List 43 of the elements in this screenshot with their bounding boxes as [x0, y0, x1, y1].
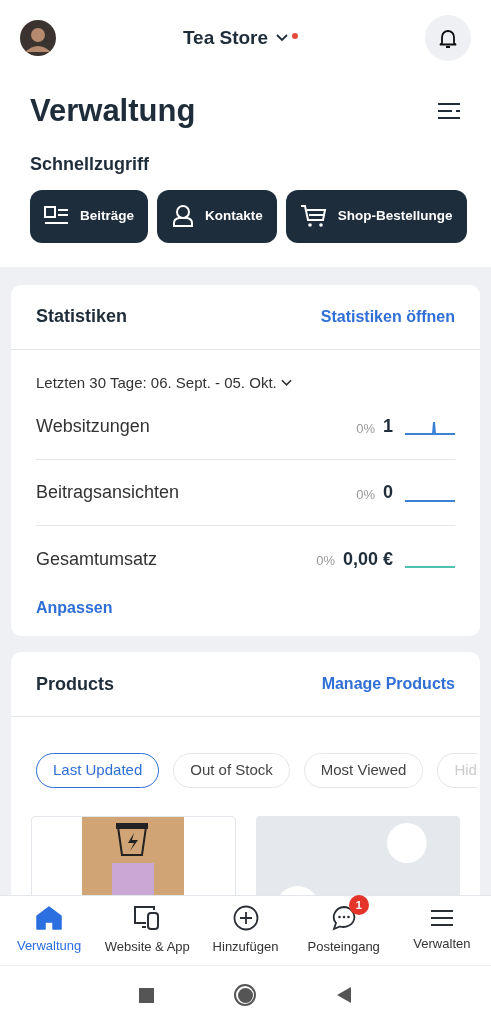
metric-label: Websitzungen [36, 415, 151, 438]
recents-button[interactable] [139, 987, 154, 1003]
nav-tab[interactable]: Hinzufügen [196, 896, 295, 965]
customize-link[interactable]: Anpassen [36, 592, 113, 620]
metric-change: 0% [356, 419, 375, 438]
home-icon [36, 905, 63, 930]
devices-icon [133, 904, 162, 931]
metric-label: Gesamtumsatz [36, 547, 159, 571]
card-title: Statistiken [36, 305, 128, 328]
section-heading: Schnellzugriff [29, 152, 150, 176]
menu-icon [429, 907, 454, 928]
chat-bubble-icon [330, 904, 357, 931]
product-card[interactable] [31, 816, 236, 895]
open-statistics-link[interactable]: Statistiken öffnen [320, 304, 455, 329]
nav-tab[interactable]: 1 Posteingang [294, 896, 393, 965]
metric-change: 0% [316, 552, 335, 571]
nav-tab[interactable]: Website & App [98, 896, 197, 965]
manage-products-link[interactable]: Manage Products [321, 672, 455, 696]
filter-settings-icon [437, 101, 461, 122]
card-title: Products [36, 672, 114, 696]
cart-icon [299, 204, 328, 228]
metric-value: 0,00 € [342, 547, 393, 571]
list-icon [44, 205, 70, 227]
home-button[interactable] [234, 984, 256, 1006]
avatar[interactable] [20, 20, 56, 56]
quick-access-button[interactable]: Kontakte [157, 189, 277, 243]
metric-change: 0% [356, 485, 375, 504]
chevron-down-icon [280, 378, 292, 387]
metric-label: Beitragsansichten [36, 481, 181, 504]
quick-access-button[interactable]: Shop-Bestellunge [285, 189, 467, 243]
page-title: Verwaltung [30, 92, 196, 130]
metric-value: 1 [383, 415, 393, 438]
date-range-dropdown[interactable]: Letzten 30 Tage: 06. Sept. - 05. Okt. [36, 371, 292, 394]
notifications-button[interactable] [425, 15, 471, 61]
chevron-down-icon [276, 34, 289, 42]
quick-access-button[interactable]: Beiträge [30, 189, 149, 243]
nav-tab[interactable]: Verwaltung [0, 896, 99, 965]
nav-tab[interactable]: Verwalten [392, 896, 491, 965]
back-button[interactable] [336, 986, 352, 1004]
plus-circle-icon [232, 904, 259, 931]
person-icon [171, 204, 196, 228]
metric-value: 0 [383, 481, 393, 504]
store-selector[interactable]: Tea Store [182, 23, 299, 53]
